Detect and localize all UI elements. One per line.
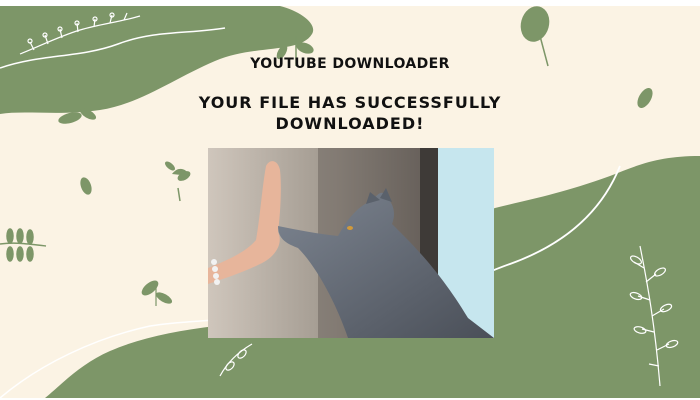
leaf-left xyxy=(80,161,191,202)
photo-illustration xyxy=(208,148,494,338)
fern-left xyxy=(0,228,47,262)
cat-eye xyxy=(347,226,353,230)
download-success-card: YOUTUBE DOWNLOADER YOUR FILE HAS SUCCESS… xyxy=(0,6,700,398)
app-title: YOUTUBE DOWNLOADER xyxy=(250,56,450,72)
leaf-lower-left xyxy=(141,280,173,306)
page: YOUTUBE DOWNLOADER YOUR FILE HAS SUCCESS… xyxy=(0,0,700,400)
success-message: YOUR FILE HAS SUCCESSFULLY DOWNLOADED! xyxy=(198,93,502,133)
leaf-right xyxy=(637,88,653,108)
cat-high-five-image xyxy=(208,148,494,338)
